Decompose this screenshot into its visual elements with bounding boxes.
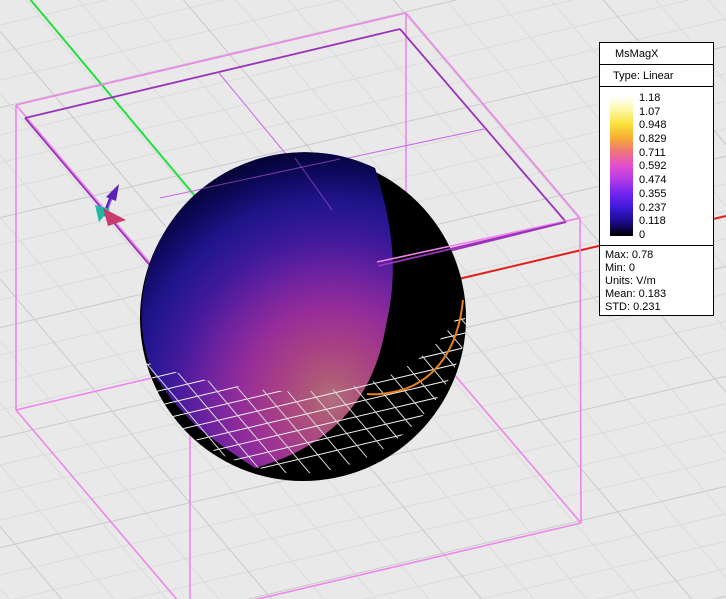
colorbar-tick: 0.355: [639, 188, 711, 202]
colorbar-tick: 0.711: [639, 147, 711, 161]
antenna-crimson-fin: [103, 208, 126, 226]
colorbar-tick: 1.07: [639, 106, 711, 120]
legend-stat-line: Min: 0: [605, 262, 713, 275]
grid-line: [0, 566, 726, 599]
legend-stat-line: Mean: 0.183: [605, 288, 713, 301]
colorbar-tick-labels: 1.181.070.9480.8290.7110.5920.4740.3550.…: [639, 92, 711, 243]
colorbar-tick: 0.948: [639, 119, 711, 133]
colorbar-tick: 1.18: [639, 92, 711, 106]
grid-line: [0, 0, 70, 599]
colorbar-tick: 0.237: [639, 202, 711, 216]
grid-line: [0, 456, 726, 599]
grid-line: [0, 0, 123, 599]
colorbar-tick: 0.474: [639, 174, 711, 188]
y-axis-line: [29, 0, 200, 202]
colorbar-tick: 0.592: [639, 160, 711, 174]
colorbar-tick: 0: [639, 229, 711, 243]
colorbar-tick: 0.829: [639, 133, 711, 147]
grid-line: [0, 593, 726, 599]
grid-line: [0, 483, 726, 599]
grid-line: [0, 538, 726, 599]
grid-line: [0, 511, 726, 599]
colorbar-tick: 0.118: [639, 215, 711, 229]
legend-statistics: Max: 0.78Min: 0Units: V/mMean: 0.183STD:…: [599, 245, 714, 316]
legend-panel: MsMagX Type: Linear 1.181.070.9480.8290.…: [599, 43, 714, 316]
legend-stat-line: STD: 0.231: [605, 301, 713, 314]
3d-viewport[interactable]: MsMagX Type: Linear 1.181.070.9480.8290.…: [0, 0, 726, 599]
legend-scale-type: Type: Linear: [599, 64, 714, 87]
colorbar-strip: [610, 96, 633, 236]
legend-stat-line: Units: V/m: [605, 275, 713, 288]
grid-line: [437, 318, 591, 500]
legend-color-scale: 1.181.070.9480.8290.7110.5920.4740.3550.…: [599, 86, 714, 246]
legend-title: MsMagX: [599, 42, 714, 65]
legend-stat-line: Max: 0.78: [605, 249, 713, 262]
